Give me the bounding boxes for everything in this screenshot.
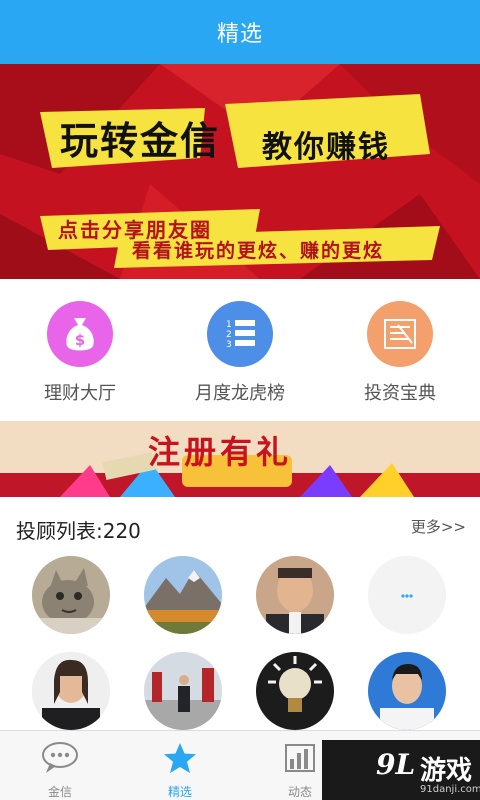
watermark-url: 91danji.com — [420, 784, 480, 795]
svg-text:1: 1 — [226, 320, 232, 330]
menu-item-monthly-ranking[interactable]: 1 2 3 月度龙虎榜 — [160, 279, 320, 421]
advisor-avatar-lightbulb[interactable] — [256, 652, 334, 730]
quick-menu: $ 理财大厅 1 2 3 月度龙虎榜 投资宝典 — [0, 279, 480, 421]
promo-banner[interactable]: 玩转金信 教你赚钱 点击分享朋友圈 看看谁玩的更炫、赚的更炫 — [0, 64, 480, 279]
menu-item-finance-hall[interactable]: $ 理财大厅 — [0, 279, 160, 421]
tab-jinxin[interactable]: 金信 — [0, 731, 120, 800]
svg-text:2: 2 — [226, 330, 232, 340]
advisor-avatar-young-man[interactable] — [368, 652, 446, 730]
site-watermark: 9L 游戏 91danji.com — [322, 740, 480, 800]
star-icon — [162, 741, 198, 779]
tab-featured[interactable]: 精选 — [120, 731, 240, 800]
svg-text:3: 3 — [226, 340, 232, 350]
advisor-more-placeholder[interactable] — [368, 556, 446, 634]
page-title: 精选 — [216, 22, 263, 47]
advisor-list-title: 投顾列表:220 — [16, 519, 141, 543]
banner-subline-2: 看看谁玩的更炫、赚的更炫 — [132, 240, 385, 262]
register-gift-title: 注册有礼 — [148, 433, 293, 471]
app-screen: 精选 玩转金信 教你赚钱 点击分享朋友圈 看看谁玩的更炫、赚的更炫 $ 理财大厅… — [0, 0, 480, 800]
more-advisors-link[interactable]: 更多>> — [411, 516, 466, 537]
advisor-list-header: 投顾列表:220 更多>> — [0, 507, 480, 545]
tab-label-jinxin: 金信 — [47, 785, 72, 799]
chat-bubble-icon — [40, 741, 80, 779]
menu-label-investment-guide: 投资宝典 — [364, 383, 436, 404]
advisor-avatar-mountain[interactable] — [144, 556, 222, 634]
tab-label-dynamics: 动态 — [287, 785, 312, 799]
page-header: 精选 — [0, 0, 480, 64]
advisor-avatar-person-outdoor[interactable] — [144, 652, 222, 730]
money-bag-icon: $ — [47, 301, 113, 367]
ranking-list-icon: 1 2 3 — [207, 301, 273, 367]
watermark-text: 游戏 — [420, 756, 473, 786]
watermark-logo: 9L — [376, 748, 416, 781]
advisor-avatar-woman[interactable] — [32, 652, 110, 730]
banner-headline-left: 玩转金信 — [60, 118, 221, 163]
menu-label-finance-hall: 理财大厅 — [44, 383, 116, 404]
banner-headline-right: 教你赚钱 — [262, 130, 390, 165]
advisor-avatar-cat[interactable] — [32, 556, 110, 634]
book-icon — [367, 301, 433, 367]
svg-text:$: $ — [75, 331, 85, 349]
menu-label-monthly-ranking: 月度龙虎榜 — [195, 383, 285, 404]
chart-icon — [282, 741, 318, 779]
register-gift-banner[interactable]: 注册有礼 — [0, 421, 480, 497]
menu-item-investment-guide[interactable]: 投资宝典 — [320, 279, 480, 421]
tab-label-featured: 精选 — [167, 785, 192, 799]
advisor-avatar-man[interactable] — [256, 556, 334, 634]
